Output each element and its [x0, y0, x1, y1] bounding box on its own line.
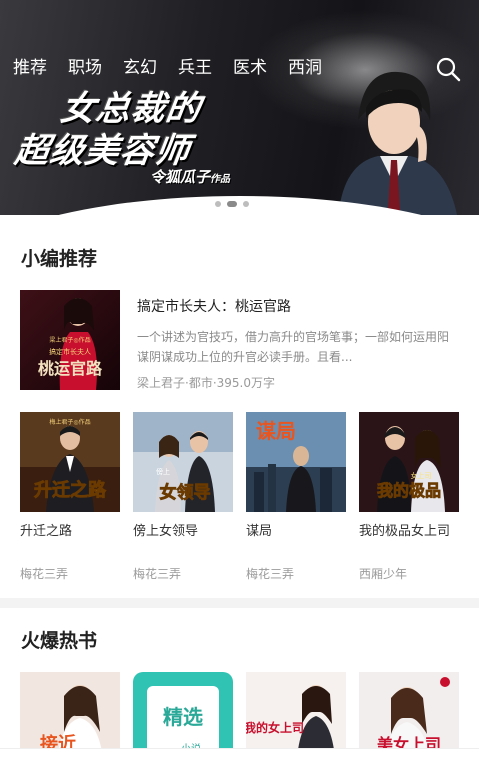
tab-recommend[interactable]: 推荐 — [13, 56, 47, 82]
featured-book[interactable]: 梁上君子◎作品 搞定市长夫人 桃运官路 搞定市长夫人：桃运官路 一个讲述为官技巧… — [20, 290, 460, 390]
carousel-dot-active[interactable] — [227, 201, 237, 207]
book-cover[interactable]: 接近 — [20, 672, 120, 759]
book-title[interactable]: 傍上女领导 — [133, 522, 233, 542]
search-icon[interactable] — [435, 56, 461, 82]
book-cover-top-text: 女上司 — [411, 471, 432, 480]
book-cover-text: 谋局 — [256, 419, 296, 443]
book-cover-text: 精选 — [163, 705, 203, 729]
banner-author: 令狐瓜子作品 — [150, 166, 230, 187]
carousel-dot[interactable] — [215, 201, 221, 207]
book-card[interactable]: 接近 — [20, 672, 120, 759]
book-cover[interactable]: 女上司 我的极品 — [359, 412, 459, 512]
book-card[interactable]: 女上司 我的极品 我的极品女上司 西厢少年 — [359, 412, 459, 581]
book-cover-top-text: 梅上君子◎作品 — [49, 418, 90, 426]
section-divider — [0, 598, 479, 608]
tab-workplace[interactable]: 职场 — [68, 56, 102, 82]
book-title[interactable]: 谋局 — [246, 522, 346, 542]
book-cover-top-text: 傍上 — [156, 467, 170, 476]
featured-book-description: 一个讲述为官技巧，借力高升的官场笔事；一部如何运用阳谋阴谋成功上位的升官必读手册… — [137, 330, 450, 364]
book-title[interactable]: 升迁之路 — [20, 522, 120, 542]
carousel-dot[interactable] — [243, 201, 249, 207]
featured-book-meta: 梁上君子·都市·395.0万字 — [137, 376, 275, 390]
book-card[interactable]: 傍上 女领导 傍上女领导 梅花三弄 — [133, 412, 233, 581]
book-author: 梅花三弄 — [20, 567, 69, 581]
book-card[interactable]: 我的女上司 — [246, 672, 346, 759]
book-card[interactable]: 美女上司 — [359, 672, 459, 759]
book-cover-text: 我的女上司 — [246, 720, 304, 735]
book-title[interactable]: 我的极品女上司 — [359, 522, 459, 542]
banner-author-name: 令狐瓜子 — [150, 168, 211, 186]
book-cover[interactable]: 谋局 — [246, 412, 346, 512]
featured-book-title[interactable]: 搞定市长夫人：桃运官路 — [137, 296, 291, 316]
book-cover[interactable]: 精选 小说 — [133, 672, 233, 759]
book-cover[interactable]: 傍上 女领导 — [133, 412, 233, 512]
bottom-tab-bar — [0, 748, 479, 759]
book-card[interactable]: 谋局 谋局 梅花三弄 — [246, 412, 346, 581]
section-title-editor-picks: 小编推荐 — [21, 248, 98, 270]
hero-banner[interactable]: 推荐 职场 玄幻 兵王 医术 西洞 女总裁的 超级美容师 令狐瓜子作品 — [0, 0, 479, 215]
tab-more[interactable]: 西洞 — [288, 56, 322, 82]
banner-illustration — [338, 71, 457, 215]
book-cover[interactable]: 美女上司 — [359, 672, 459, 759]
section-title-hot-books: 火爆热书 — [21, 630, 98, 652]
book-cover-text: 我的极品 — [377, 481, 441, 500]
book-author: 梅花三弄 — [246, 567, 295, 581]
book-card[interactable]: 精选 小说 — [133, 672, 233, 759]
book-cover[interactable]: 梅上君子◎作品 升迁之路 — [20, 412, 120, 512]
carousel-indicator — [215, 201, 249, 207]
banner-author-suffix: 作品 — [210, 174, 231, 185]
featured-cover-main-text: 桃运官路 — [38, 359, 103, 378]
book-cover-text: 升迁之路 — [34, 479, 107, 501]
featured-cover-top-text: 梁上君子◎作品 — [49, 336, 90, 344]
tab-fantasy[interactable]: 玄幻 — [123, 56, 157, 82]
tab-medicine[interactable]: 医术 — [233, 56, 267, 82]
banner-book-title: 女总裁的 超级美容师 — [12, 88, 344, 172]
tab-soldier[interactable]: 兵王 — [178, 56, 212, 82]
book-author: 西厢少年 — [359, 567, 408, 581]
book-author: 梅花三弄 — [133, 567, 182, 581]
featured-cover-sub-text: 搞定市长夫人 — [49, 347, 91, 356]
banner-title-line1: 女总裁的 — [58, 89, 204, 129]
featured-book-cover[interactable]: 梁上君子◎作品 搞定市长夫人 桃运官路 — [20, 290, 120, 390]
book-card[interactable]: 梅上君子◎作品 升迁之路 升迁之路 梅花三弄 — [20, 412, 120, 581]
category-tabs: 推荐 职场 玄幻 兵王 医术 西洞 — [0, 56, 479, 82]
book-cover-text: 女领导 — [160, 482, 211, 503]
book-cover[interactable]: 我的女上司 — [246, 672, 346, 759]
